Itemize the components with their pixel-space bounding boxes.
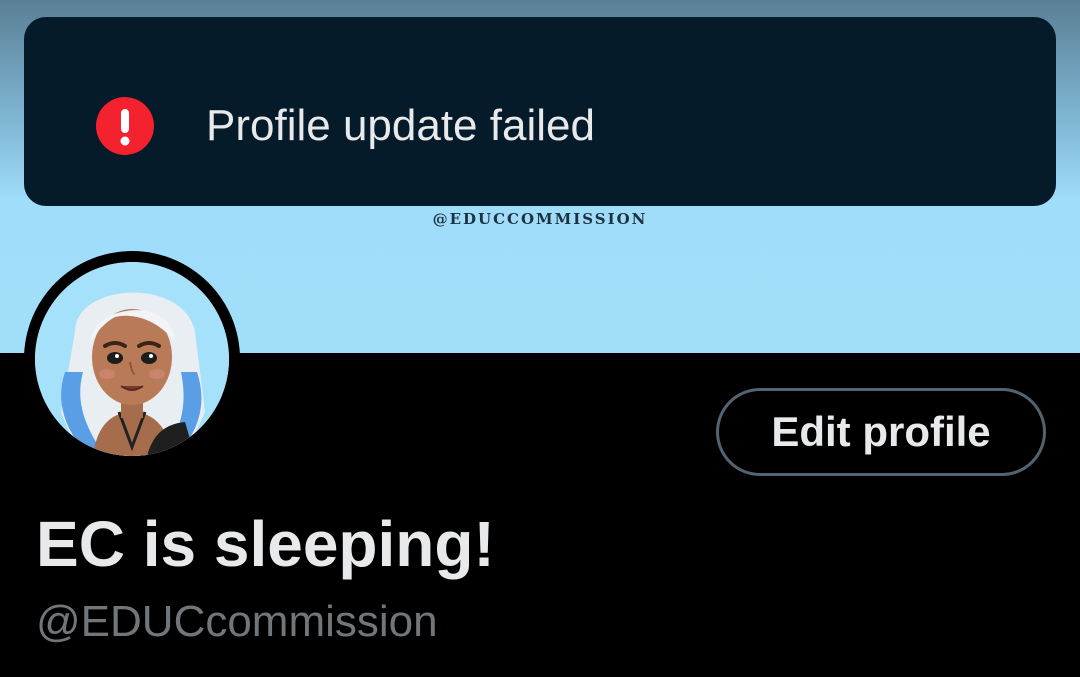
display-name: EC is sleeping! [36,508,495,580]
toast-message: Profile update failed [206,101,595,150]
banner-watermark: @EDUCCOMMISSION [432,210,648,228]
edit-profile-button[interactable]: Edit profile [716,388,1046,476]
user-handle: @EDUCcommission [36,597,438,646]
avatar[interactable] [24,251,240,467]
error-toast: Profile update failed [24,17,1056,206]
avatar-image [35,262,229,456]
alert-circle-icon [96,97,154,155]
